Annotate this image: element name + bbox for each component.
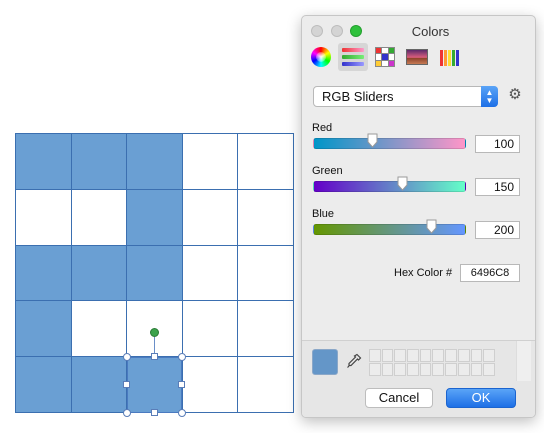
empty-swatch[interactable] <box>419 349 432 362</box>
image-palettes-icon <box>406 49 428 65</box>
grid-cell[interactable] <box>182 134 239 190</box>
color-wheel-icon <box>311 47 331 67</box>
grid-cell[interactable] <box>71 301 128 358</box>
empty-swatch[interactable] <box>407 363 419 376</box>
green-slider-thumb[interactable] <box>397 176 408 191</box>
empty-swatch[interactable] <box>483 349 495 362</box>
resize-handle-bottom-right[interactable] <box>178 409 186 417</box>
red-slider[interactable] <box>313 133 466 149</box>
red-value-field[interactable]: 100 <box>475 135 520 153</box>
grid-cell[interactable] <box>238 245 294 302</box>
empty-swatch[interactable] <box>394 349 407 362</box>
empty-swatch[interactable] <box>432 363 445 376</box>
empty-swatch[interactable] <box>381 349 394 362</box>
resize-handle-bottom[interactable] <box>151 409 158 416</box>
resize-handle-bottom-left[interactable] <box>123 409 131 417</box>
empty-swatch[interactable] <box>445 363 457 376</box>
tab-image-palettes[interactable] <box>402 43 432 71</box>
empty-swatch[interactable] <box>432 349 445 362</box>
green-value-field[interactable]: 150 <box>475 178 520 196</box>
grid-cell[interactable] <box>238 357 294 413</box>
grid-cell[interactable] <box>182 189 239 246</box>
grid-cell[interactable] <box>238 134 294 190</box>
grid-cell[interactable] <box>127 245 183 302</box>
red-label: Red <box>312 122 333 134</box>
tab-color-palettes[interactable] <box>370 43 400 71</box>
grid-cell[interactable] <box>16 357 72 413</box>
resize-handle-top-left[interactable] <box>123 353 131 361</box>
hex-color-field[interactable]: 6496C8 <box>460 264 520 282</box>
pencils-icon <box>440 48 460 66</box>
grid-cell[interactable] <box>16 189 72 246</box>
grid-cell[interactable] <box>71 189 128 246</box>
title-bar[interactable]: Colors <box>302 16 535 46</box>
slider-mode-value: RGB Sliders <box>322 89 394 104</box>
grid-cell[interactable] <box>71 357 128 413</box>
grid-cell[interactable] <box>71 245 128 302</box>
grid-cell[interactable] <box>16 301 72 358</box>
blue-slider-thumb[interactable] <box>426 219 437 234</box>
empty-swatch[interactable] <box>369 363 381 376</box>
grid-cell[interactable] <box>16 134 72 190</box>
color-sliders-icon <box>342 48 364 66</box>
empty-swatch[interactable] <box>470 363 483 376</box>
tab-color-wheel[interactable] <box>306 43 336 71</box>
blue-slider[interactable] <box>313 219 466 235</box>
grid-cell[interactable] <box>182 245 239 302</box>
blue-value-field[interactable]: 200 <box>475 221 520 239</box>
blue-label: Blue <box>312 208 335 220</box>
rotation-handle-stem <box>154 337 155 354</box>
empty-swatch[interactable] <box>457 349 470 362</box>
resize-handle-top[interactable] <box>151 353 158 360</box>
grid-cell[interactable] <box>127 134 183 190</box>
hex-color-label: Hex Color # <box>394 267 453 279</box>
ok-button[interactable]: OK <box>446 388 516 408</box>
swatches-scrollbar[interactable] <box>516 341 531 381</box>
resize-handle-right[interactable] <box>178 381 185 388</box>
current-color-swatch[interactable] <box>312 349 338 375</box>
color-mode-toolbar <box>302 43 535 73</box>
empty-swatch[interactable] <box>407 349 419 362</box>
resize-handle-left[interactable] <box>123 381 130 388</box>
green-slider[interactable] <box>313 176 466 192</box>
empty-swatch[interactable] <box>419 363 432 376</box>
empty-swatch[interactable] <box>483 363 495 376</box>
empty-swatch[interactable] <box>445 349 457 362</box>
grid-cell[interactable] <box>238 301 294 358</box>
gear-icon[interactable]: ⚙ <box>507 87 523 103</box>
empty-swatch[interactable] <box>369 349 381 362</box>
grid-cell[interactable] <box>238 189 294 246</box>
grid-cell[interactable] <box>182 301 239 358</box>
empty-swatch[interactable] <box>470 349 483 362</box>
color-palettes-icon <box>375 47 395 67</box>
grid-cell[interactable] <box>16 245 72 302</box>
empty-swatch[interactable] <box>394 363 407 376</box>
slider-mode-select[interactable]: RGB Sliders ▲ ▼ <box>313 86 498 107</box>
saved-swatches-grid <box>369 349 495 376</box>
cancel-button[interactable]: Cancel <box>365 388 433 408</box>
grid-cell[interactable] <box>127 189 183 246</box>
grid-cell[interactable] <box>71 134 128 190</box>
green-label: Green <box>312 165 343 177</box>
select-stepper-icon: ▲ ▼ <box>481 86 498 107</box>
grid-cell[interactable] <box>127 357 183 413</box>
red-slider-thumb[interactable] <box>367 133 378 148</box>
colors-panel: Colors RGB Sliders ▲ ▼ ⚙ Red 100 Green 1… <box>301 15 536 418</box>
eyedropper-icon[interactable] <box>346 353 362 372</box>
empty-swatch[interactable] <box>457 363 470 376</box>
empty-swatch[interactable] <box>381 363 394 376</box>
rotation-handle[interactable] <box>150 328 159 337</box>
window-title: Colors <box>411 24 450 39</box>
resize-handle-top-right[interactable] <box>178 353 186 361</box>
tab-color-sliders[interactable] <box>338 43 368 71</box>
grid-cell[interactable] <box>182 357 239 413</box>
shape-grid-canvas[interactable] <box>15 133 294 413</box>
tab-pencils[interactable] <box>435 43 465 71</box>
